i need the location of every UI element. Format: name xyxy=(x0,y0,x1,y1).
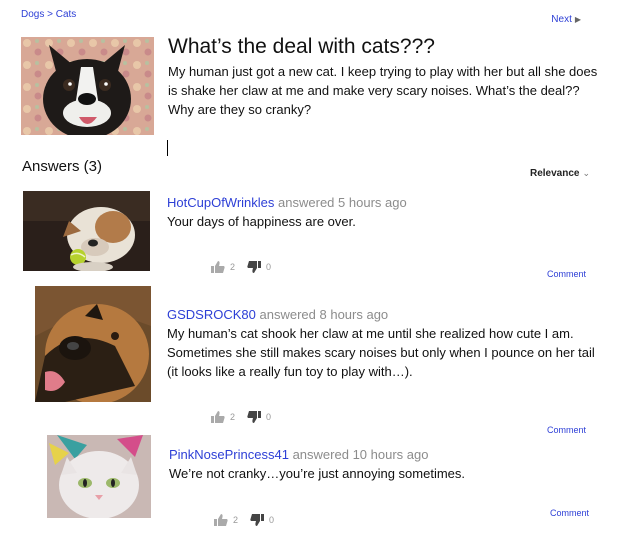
like-count: 2 xyxy=(230,412,236,422)
thumbs-up-icon xyxy=(214,514,228,526)
vote-buttons: 2 0 xyxy=(211,411,271,423)
answer-meta: HotCupOfWrinkles answered 5 hours ago xyxy=(167,195,407,210)
thumbs-up-icon xyxy=(211,411,225,423)
question-author-photo xyxy=(21,37,154,135)
dislike-count: 0 xyxy=(266,412,272,422)
text-cursor xyxy=(167,140,168,156)
thumbs-down-icon xyxy=(247,261,262,273)
dislike-count: 0 xyxy=(266,262,272,272)
thumbs-down-button[interactable]: 0 xyxy=(247,411,271,423)
answers-heading: Answers (3) xyxy=(22,158,103,175)
answer-author-photo xyxy=(35,286,151,402)
answer-meta: GSDSROCK80 answered 8 hours ago xyxy=(167,307,388,322)
answer-author-photo xyxy=(47,435,151,518)
comment-link[interactable]: Comment xyxy=(550,508,589,518)
play-arrow-icon: ▶ xyxy=(574,15,581,24)
sort-label: Relevance xyxy=(529,168,580,179)
answer-meta: PinkNosePrincess41 answered 10 hours ago xyxy=(169,447,428,462)
comment-link[interactable]: Comment xyxy=(547,269,586,279)
sort-dropdown[interactable]: Relevance ⌄ xyxy=(530,168,590,179)
comment-link[interactable]: Comment xyxy=(547,425,586,435)
answer-time: 10 hours ago xyxy=(352,447,429,462)
answer-username[interactable]: PinkNosePrincess41 xyxy=(169,447,289,462)
dislike-count: 0 xyxy=(269,515,275,525)
like-count: 2 xyxy=(230,262,236,272)
answer-author-photo xyxy=(23,191,150,271)
answer-time: 5 hours ago xyxy=(338,195,407,210)
thumbs-down-icon xyxy=(247,411,262,423)
answer-text: We’re not cranky…you’re just annoying so… xyxy=(169,466,465,481)
thumbs-up-button[interactable]: 2 xyxy=(211,411,235,423)
thumbs-down-button[interactable]: 0 xyxy=(247,261,271,273)
chevron-down-icon: ⌄ xyxy=(582,168,590,178)
like-count: 2 xyxy=(233,515,239,525)
question-body: My human just got a new cat. I keep tryi… xyxy=(168,64,598,117)
thumbs-up-button[interactable]: 2 xyxy=(214,514,238,526)
thumbs-up-button[interactable]: 2 xyxy=(211,261,235,273)
breadcrumb[interactable]: Dogs > Cats xyxy=(21,9,76,20)
thumbs-down-button[interactable]: 0 xyxy=(250,514,274,526)
answered-label: answered xyxy=(259,307,316,322)
thumbs-up-icon xyxy=(211,261,225,273)
next-link[interactable]: Next ▶ xyxy=(551,14,581,25)
answer-text: My human’s cat shook her claw at me unti… xyxy=(167,326,595,379)
answered-label: answered xyxy=(278,195,335,210)
vote-buttons: 2 0 xyxy=(211,261,271,273)
answer-username[interactable]: GSDSROCK80 xyxy=(167,307,256,322)
answer-time: 8 hours ago xyxy=(319,307,389,322)
next-label: Next xyxy=(551,14,572,25)
question-title: What’s the deal with cats??? xyxy=(168,35,435,58)
vote-buttons: 2 0 xyxy=(214,514,274,526)
answered-label: answered xyxy=(292,447,349,462)
thumbs-down-icon xyxy=(250,514,265,526)
answer-text: Your days of happiness are over. xyxy=(167,214,356,229)
answer-username[interactable]: HotCupOfWrinkles xyxy=(167,195,274,210)
